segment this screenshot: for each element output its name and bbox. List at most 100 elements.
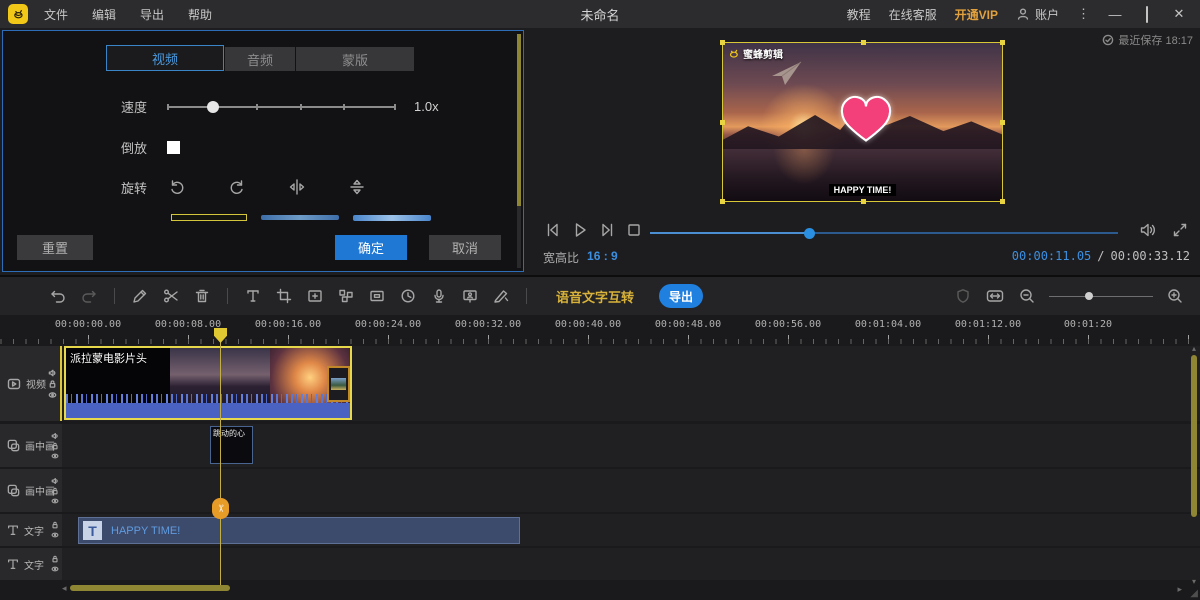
track-mute-icon[interactable] [48,368,57,377]
transition-chip[interactable] [327,366,350,402]
rotate-cw-icon[interactable] [227,177,247,197]
horizontal-scroll-thumb[interactable] [70,585,230,591]
track-mute-icon[interactable] [51,432,59,440]
horizontal-scrollbar[interactable]: ◂ [62,584,1176,592]
track-lane-pip-2[interactable] [62,469,1200,512]
track-header-text-2[interactable]: 文字 [0,548,62,580]
account-button[interactable]: 账户 [1016,6,1059,23]
seek-bar[interactable] [650,228,1118,238]
track-lane-text-2[interactable] [62,548,1200,580]
track-header-video[interactable]: 视频 [0,346,62,421]
record-mic-button[interactable] [429,286,449,306]
pip-clip[interactable]: 跳动的心 [210,426,253,464]
maximize-button[interactable] [1140,7,1154,22]
split-here-badge[interactable]: ✂ [212,498,229,519]
video-clip[interactable]: 派拉蒙电影片头 [64,346,352,420]
resize-grip-icon[interactable]: ◢ [1190,588,1198,599]
fullscreen-icon[interactable] [1170,220,1190,240]
timeline-zoom-slider[interactable] [1049,291,1153,301]
minimize-button[interactable]: — [1108,7,1122,22]
selection-handle[interactable] [720,120,725,125]
selection-handle[interactable] [720,199,725,204]
undo-button[interactable] [48,286,68,306]
track-lock-icon[interactable] [51,555,59,563]
speech-to-text-button[interactable]: 语音文字互转 [556,287,634,306]
export-button[interactable]: 导出 [659,284,703,308]
app-logo-bee-icon[interactable] [8,4,28,24]
effect-strip-selected[interactable] [171,214,247,221]
delete-trash-button[interactable] [192,286,212,306]
selection-handle[interactable] [861,199,866,204]
panel-tab[interactable]: 视频 [106,45,224,71]
selection-handle[interactable] [1000,120,1005,125]
heart-overlay[interactable] [830,91,902,149]
edit-pencil-button[interactable] [130,286,150,306]
scroll-up-icon[interactable]: ▴ [1190,345,1198,353]
effect-strip[interactable] [261,215,339,220]
track-header-pip-2[interactable]: 画中画 [0,469,62,512]
track-mute-icon[interactable] [51,477,59,485]
flip-vertical-icon[interactable] [347,177,367,197]
menu-item[interactable]: 导出 [140,6,164,23]
zoom-frame-button[interactable] [305,286,325,306]
reverse-checkbox[interactable] [167,141,180,154]
scroll-left-icon[interactable]: ◂ [62,583,67,594]
scroll-down-icon[interactable]: ▾ [1190,578,1198,586]
track-visibility-icon[interactable] [51,452,59,460]
ok-button[interactable]: 确定 [335,235,407,260]
presenter-button[interactable] [460,286,480,306]
speed-slider-thumb[interactable] [207,101,219,113]
track-header-pip-1[interactable]: 画中画 [0,424,62,467]
track-lane-video[interactable]: 派拉蒙电影片头 [62,346,1200,421]
timeline-ruler[interactable]: 00:00:00.0000:00:08.0000:00:16.0000:00:2… [0,315,1200,330]
crop-button[interactable] [274,286,294,306]
speed-slider[interactable] [167,101,396,113]
track-lane-pip-1[interactable]: 跳动的心 [62,424,1200,467]
selection-handle[interactable] [1000,40,1005,45]
rotate-ccw-icon[interactable] [167,177,187,197]
titlebar-link[interactable]: 教程 [847,6,871,23]
split-scissors-button[interactable] [161,286,181,306]
menu-item[interactable]: 编辑 [92,6,116,23]
menu-item[interactable]: 帮助 [188,6,212,23]
selection-handle[interactable] [720,40,725,45]
zoom-in-icon[interactable] [1166,287,1184,305]
flip-horizontal-icon[interactable] [287,177,307,197]
playhead-line[interactable] [220,331,221,585]
play-button[interactable] [570,220,590,240]
duration-clock-button[interactable] [398,286,418,306]
fit-timeline-icon[interactable] [985,287,1005,305]
cancel-button[interactable]: 取消 [429,235,501,260]
track-visibility-icon[interactable] [51,531,59,539]
scroll-right-icon[interactable]: ▸ [1177,584,1182,595]
menu-item[interactable]: 文件 [44,6,68,23]
redo-button[interactable] [79,286,99,306]
effect-strip[interactable] [353,215,431,221]
video-preview-stage[interactable]: 蜜蜂剪辑 HAPPY TIME! [722,42,1003,202]
track-header-text-1[interactable]: 文字 [0,514,62,546]
mosaic-button[interactable] [336,286,356,306]
timeline-zoom-thumb[interactable] [1085,292,1093,300]
track-visibility-icon[interactable] [51,497,59,505]
reset-button[interactable]: 重置 [17,235,93,260]
shield-icon[interactable] [954,287,972,305]
vip-button[interactable]: 开通VIP [955,6,998,23]
track-lock-icon[interactable] [51,487,59,495]
track-lock-icon[interactable] [51,442,59,450]
panel-tab[interactable]: 蒙版 [296,47,414,71]
aspect-ratio[interactable]: 宽高比16 : 9 [543,249,618,266]
preview-caption-text[interactable]: HAPPY TIME! [829,184,897,196]
text-tool-button[interactable] [243,286,263,306]
more-menu-icon[interactable]: ⋮ [1077,6,1090,22]
zoom-out-icon[interactable] [1018,287,1036,305]
track-visibility-icon[interactable] [48,390,57,399]
track-lock-icon[interactable] [51,521,59,529]
titlebar-link[interactable]: 在线客服 [889,6,937,23]
panel-tab[interactable]: 音频 [225,47,295,71]
selection-handle[interactable] [861,40,866,45]
text-clip[interactable]: T HAPPY TIME! [78,517,520,544]
vertical-scroll-thumb[interactable] [1191,355,1197,517]
selection-handle[interactable] [1000,199,1005,204]
track-lock-icon[interactable] [48,379,57,388]
track-lane-text-1[interactable]: T HAPPY TIME! [62,514,1200,546]
